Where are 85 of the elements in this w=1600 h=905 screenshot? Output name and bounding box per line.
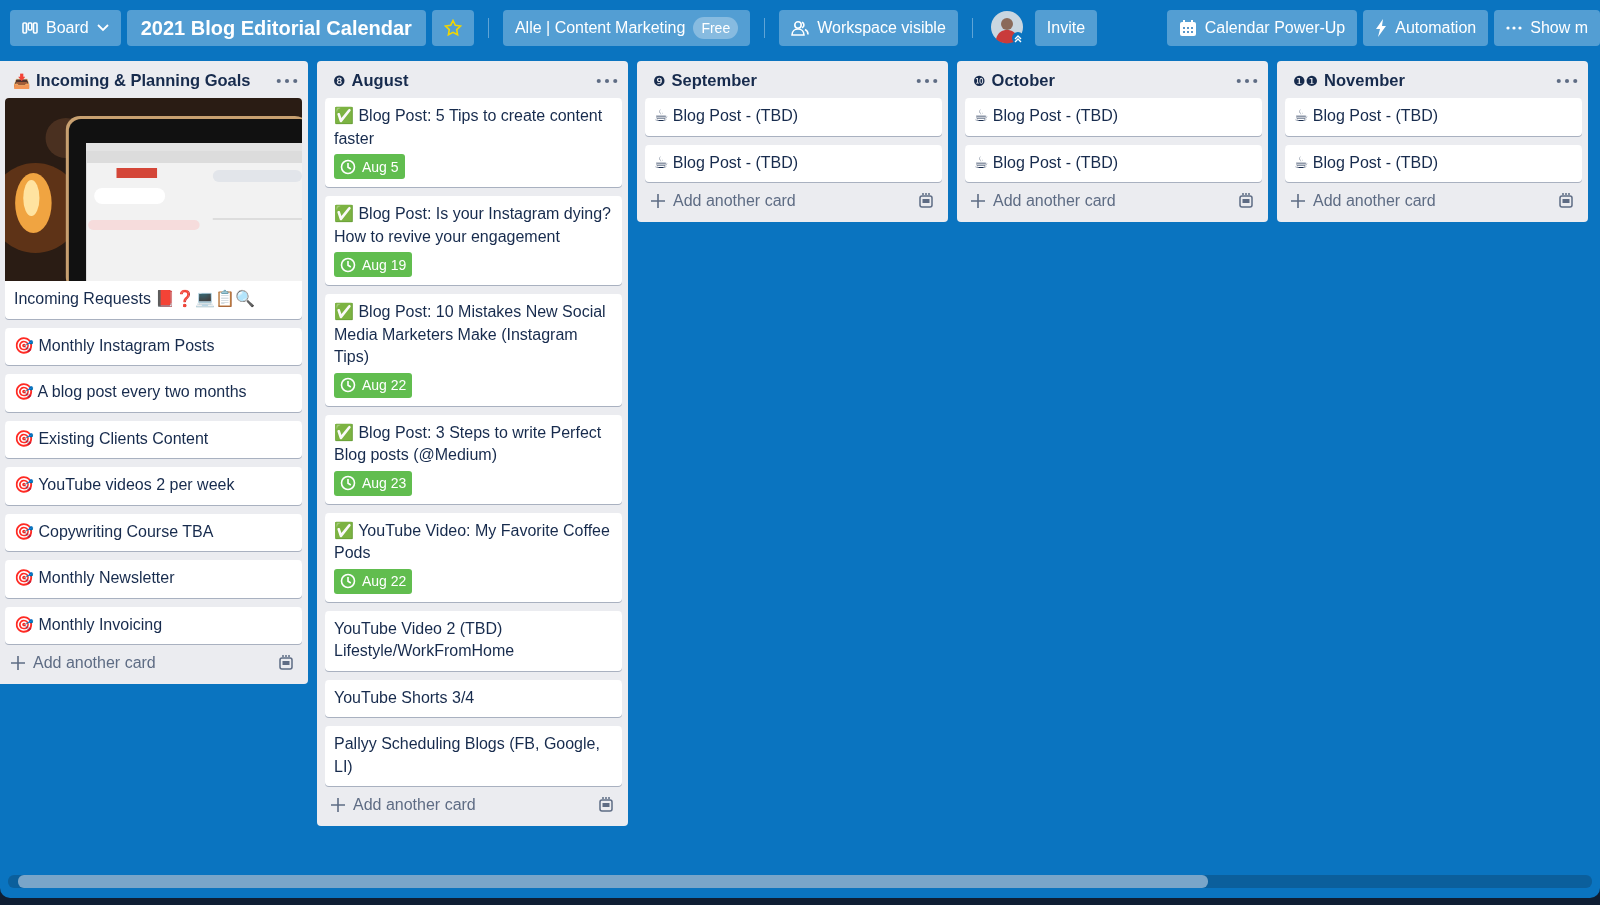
add-card-button[interactable]: Add another card	[651, 192, 910, 210]
card-title: ☕ Blog Post - (TBD)	[654, 106, 800, 126]
board-icon	[22, 22, 38, 34]
cover-card[interactable]: Incoming Requests 📕❓💻📋🔍	[5, 98, 302, 319]
add-card-button[interactable]: Add another card	[971, 192, 1230, 210]
list-title[interactable]: Incoming & Planning Goals	[36, 71, 270, 90]
template-icon[interactable]	[918, 193, 934, 209]
card[interactable]: 🎯 Monthly Invoicing	[5, 606, 302, 644]
card-title: YouTube Video 2 (TBD) Lifestyle/WorkFromHome	[334, 618, 516, 661]
card-title: ✅ Blog Post: 5 Tips to create content faster	[334, 105, 604, 149]
clock-icon	[340, 377, 356, 393]
card[interactable]: ✅ Blog Post: 3 Steps to write Perfect Blog posts (@Medium) Aug 23	[325, 414, 622, 504]
card[interactable]: ☕ Blog Post - (TBD)	[965, 144, 1262, 182]
card[interactable]: ✅ Blog Post: Is your Instagram dying? How to revive your engagement Aug 19	[325, 196, 622, 285]
card[interactable]: YouTube Shorts 3/4	[325, 679, 622, 717]
template-icon[interactable]	[1238, 193, 1254, 209]
card-title: ☕ Blog Post - (TBD)	[1294, 106, 1440, 126]
plan-badge: Free	[693, 17, 739, 39]
plus-icon	[971, 194, 985, 208]
add-card-button[interactable]: Add another card	[1291, 192, 1550, 210]
card-title: ☕ Blog Post - (TBD)	[974, 152, 1120, 173]
card-title: ✅ Blog Post: Is your Instagram dying? How to revive your engagement	[334, 203, 612, 247]
card[interactable]: 🎯 YouTube videos 2 per week	[5, 467, 302, 505]
card-title: Incoming Requests 📕❓💻📋🔍	[14, 289, 257, 309]
card[interactable]: 🎯 Existing Clients Content	[5, 420, 302, 458]
list-title[interactable]: October	[991, 71, 1230, 90]
card-title: 🎯 YouTube videos 2 per week	[14, 475, 236, 495]
card[interactable]: Pallyy Scheduling Blogs (FB, Google, LI)	[325, 726, 622, 786]
card-title: 🎯 Existing Clients Content	[14, 428, 210, 449]
star-icon	[443, 19, 462, 37]
card[interactable]: 🎯 Copywriting Course TBA	[5, 513, 302, 551]
list-title[interactable]: November	[1324, 71, 1550, 90]
list-number-mark: ❽	[333, 72, 346, 89]
clock-icon	[340, 573, 356, 589]
lightning-icon	[1375, 19, 1388, 37]
card-title: 🎯 Monthly Invoicing	[14, 614, 164, 635]
card[interactable]: YouTube Video 2 (TBD) Lifestyle/WorkFromHome	[325, 610, 622, 671]
card-title: 🎯 Monthly Newsletter	[14, 568, 176, 588]
card[interactable]: ☕ Blog Post - (TBD)	[1285, 144, 1582, 182]
more-icon	[1506, 26, 1523, 30]
avatar[interactable]	[990, 11, 1025, 45]
card-title: 🎯 Copywriting Course TBA	[14, 521, 215, 542]
card[interactable]: ☕ Blog Post - (TBD)	[645, 98, 942, 136]
card-title: ☕ Blog Post - (TBD)	[654, 152, 800, 173]
star-button[interactable]	[431, 10, 474, 46]
card[interactable]: 🎯 Monthly Newsletter	[5, 560, 302, 598]
card-title: ☕ Blog Post - (TBD)	[1294, 152, 1440, 173]
template-icon[interactable]	[598, 797, 614, 813]
card-title: YouTube Shorts 3/4	[334, 687, 476, 708]
card[interactable]: ☕ Blog Post - (TBD)	[645, 144, 942, 182]
card[interactable]: 🎯 A blog post every two months	[5, 374, 302, 412]
calendar-icon	[1178, 19, 1197, 37]
card-title: ✅ YouTube Video: My Favorite Coffee Pods	[334, 520, 611, 563]
horizontal-scrollbar[interactable]	[8, 875, 1592, 888]
card[interactable]: ☕ Blog Post - (TBD)	[965, 98, 1262, 136]
card[interactable]: ✅ YouTube Video: My Favorite Coffee Pods Aug 22	[325, 512, 622, 602]
card-title: 🎯 A blog post every two months	[14, 382, 248, 402]
plus-icon	[1291, 194, 1305, 208]
add-card-button[interactable]: Add another card	[331, 796, 590, 814]
card-title: Pallyy Scheduling Blogs (FB, Google, LI)	[334, 734, 601, 777]
template-icon[interactable]	[278, 655, 294, 671]
card[interactable]: ✅ Blog Post: 10 Mistakes New Social Media Marketers Make (Instagram Tips) Aug 22	[325, 294, 622, 406]
clock-icon	[340, 158, 356, 175]
add-card-button[interactable]: Add another card	[11, 654, 270, 672]
list-title[interactable]: August	[351, 71, 590, 90]
card[interactable]: ✅ Blog Post: 5 Tips to create content faster Aug 5	[325, 98, 622, 187]
card[interactable]: ☕ Blog Post - (TBD)	[1285, 98, 1582, 136]
list-number-mark: 📥	[13, 72, 30, 89]
clock-icon	[340, 475, 356, 491]
list-number-mark: ❿	[973, 72, 986, 89]
list-number-mark: ❾	[653, 72, 666, 89]
clock-icon	[340, 256, 356, 273]
card-title: ☕ Blog Post - (TBD)	[974, 106, 1120, 126]
plus-icon	[651, 194, 665, 208]
list-number-mark: ❶❶	[1293, 72, 1319, 89]
chevron-down-icon	[96, 24, 109, 32]
template-icon[interactable]	[1558, 193, 1574, 209]
list-title[interactable]: September	[671, 71, 910, 90]
plus-icon	[331, 798, 345, 812]
card-title: ✅ Blog Post: 10 Mistakes New Social Media Marketers Make (Instagram Tips)	[334, 301, 607, 367]
card[interactable]: 🎯 Monthly Instagram Posts	[5, 327, 302, 365]
card-title: 🎯 Monthly Instagram Posts	[14, 335, 216, 356]
people-icon	[791, 20, 810, 36]
plus-icon	[11, 656, 25, 670]
card-title: ✅ Blog Post: 3 Steps to write Perfect Blog posts (@Medium)	[334, 422, 603, 465]
